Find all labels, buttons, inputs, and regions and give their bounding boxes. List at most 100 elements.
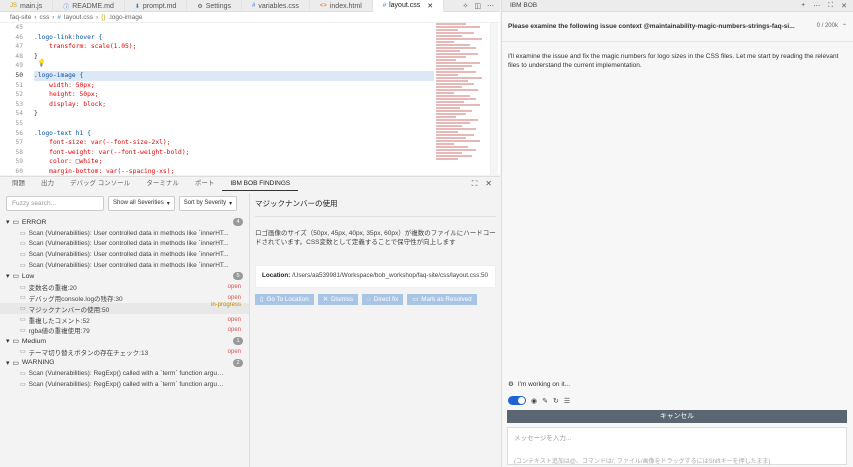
- close-icon[interactable]: ✕: [841, 2, 847, 10]
- cancel-button[interactable]: キャンセル: [507, 410, 847, 423]
- finding-title: マジックナンバーの使用: [255, 198, 496, 217]
- split-editor-icon[interactable]: ◫: [474, 2, 481, 10]
- minimap-line: [436, 107, 460, 109]
- selector-icon: {}: [101, 13, 106, 21]
- finding-item[interactable]: ▭ rgba値の重複使用:79 open: [0, 325, 249, 336]
- finding-item[interactable]: ▭ テーマ切り替えボタンの存在チェック:13 open: [0, 347, 249, 358]
- minimap-line: [436, 89, 478, 91]
- dismiss-button[interactable]: ✕ Dismiss: [317, 293, 359, 305]
- count-badge: 5: [233, 272, 243, 281]
- minimap-line: [436, 143, 454, 145]
- sort-select[interactable]: Sort by Severity ▾: [178, 195, 238, 211]
- tab-layout-css[interactable]: # layout.css ✕: [372, 0, 445, 12]
- eye-icon[interactable]: ◉: [531, 397, 537, 405]
- editor-scrollbar[interactable]: [490, 23, 498, 175]
- more-icon[interactable]: ⋯: [813, 2, 820, 10]
- severity-filter-select[interactable]: Show all Severities ▾: [108, 195, 175, 211]
- message-input[interactable]: メッセージを入力... (コンテキスト追加は@、コマンドは/; ファイル/画像を…: [507, 427, 847, 465]
- line-number: 54: [15, 110, 23, 118]
- minimap-line: [436, 68, 464, 70]
- tab-terminal[interactable]: ターミナル: [138, 177, 187, 191]
- maximize-icon[interactable]: ⛶: [472, 179, 478, 189]
- findings-tree: ▾ ▭ ERROR 4 ▭ Scan (Vulnerabilities): User…: [0, 217, 249, 390]
- maximize-icon[interactable]: ⛶: [828, 2, 833, 10]
- close-icon[interactable]: ✕: [427, 2, 433, 10]
- breadcrumb-item[interactable]: css: [40, 14, 50, 21]
- line-number: 57: [15, 139, 23, 147]
- breadcrumb-item[interactable]: .logo-image: [108, 14, 142, 21]
- tab-output[interactable]: 出力: [33, 177, 62, 191]
- minimap-line: [436, 125, 462, 127]
- finding-item[interactable]: ▭ マジックナンバーの使用:50 in-progress: [0, 302, 249, 315]
- breadcrumb-item[interactable]: faq-site: [10, 14, 31, 21]
- group-warning[interactable]: ▾ ▭ WARNING 2: [0, 357, 249, 368]
- tab-main-js[interactable]: JS main.js: [0, 0, 54, 12]
- tab-settings[interactable]: ⚙ Settings: [187, 0, 243, 12]
- auto-approve-toggle[interactable]: [508, 396, 526, 405]
- chevron-down-icon: ▾: [6, 359, 10, 367]
- breadcrumb-item[interactable]: layout.css: [64, 14, 93, 21]
- minimap-line: [436, 152, 462, 154]
- tab-problems[interactable]: 問題: [4, 177, 33, 191]
- line-number: 45: [15, 24, 23, 31]
- code-line: }: [34, 52, 38, 60]
- finding-item[interactable]: ▭ Scan (Vulnerabilities): User controlled…: [0, 239, 249, 250]
- line-number: 60: [15, 167, 23, 175]
- sparkle-icon[interactable]: ✧: [463, 2, 469, 10]
- finding-actions: ▯ Go To Location ✕ Dismiss ◌ Direct fix ▭ Ma…: [255, 293, 496, 305]
- plus-icon[interactable]: +: [801, 2, 805, 10]
- gear-icon: ⚙: [197, 3, 203, 10]
- finding-item[interactable]: ▭ Scan (Vulnerabilities): RegExp() called…: [0, 368, 249, 379]
- status-badge: in-progress: [210, 302, 241, 309]
- finding-item[interactable]: ▭ Scan (Vulnerabilities): RegExp() called…: [0, 379, 249, 390]
- finding-item[interactable]: ▭ Scan (Vulnerabilities): User controlled…: [0, 260, 249, 271]
- minimap-line: [436, 98, 476, 100]
- tab-ports[interactable]: ポート: [187, 177, 223, 191]
- input-hint: (コンテキスト追加は@、コマンドは/; ファイル/画像をドラッグするにはShif…: [514, 459, 771, 465]
- finding-item[interactable]: ▭ Scan (Vulnerabilities): User controlled…: [0, 228, 249, 239]
- fuzzy-search-input[interactable]: Fuzzy search...: [6, 195, 104, 211]
- direct-fix-button[interactable]: ◌ Direct fix: [362, 293, 404, 305]
- code-editor[interactable]: 45 46 47 48 49 50 51 52 53 54 55 56 57 5…: [0, 23, 500, 175]
- minimap-line: [436, 29, 458, 31]
- chevron-down-icon: ▾: [6, 273, 10, 281]
- group-low[interactable]: ▾ ▭ Low 5: [0, 271, 249, 282]
- bob-header: IBM BOB + ⋯ ⛶ ✕: [502, 0, 853, 12]
- status-badge: open: [227, 348, 241, 355]
- minimap-line: [436, 23, 466, 25]
- minimap-line: [436, 41, 454, 43]
- tab-bob-findings[interactable]: IBM BOB FINDINGS: [222, 177, 299, 191]
- close-icon[interactable]: ✕: [485, 179, 492, 189]
- line-number: 53: [15, 100, 23, 108]
- minimap-line: [436, 35, 462, 37]
- download-icon: ⬇: [134, 3, 140, 10]
- chevron-down-icon: ▾: [229, 200, 233, 207]
- finding-item[interactable]: ▭ 重複したコメント:52 open: [0, 314, 249, 325]
- tab-readme[interactable]: ⓘ README.md: [53, 0, 125, 12]
- more-icon[interactable]: ⋯: [487, 2, 494, 10]
- bottom-panel: 問題 出力 デバッグ コンソール ターミナル ポート IBM BOB FINDI…: [0, 176, 500, 467]
- breadcrumb: faq-site › css › # layout.css › {} .logo…: [0, 12, 500, 23]
- chevron-up-icon[interactable]: ⌃: [842, 23, 847, 30]
- line-number: 59: [15, 158, 23, 166]
- line-number: 52: [15, 91, 23, 99]
- tab-prompt[interactable]: ⬇ prompt.md: [125, 0, 188, 12]
- tab-debug-console[interactable]: デバッグ コンソール: [62, 177, 138, 191]
- editor-tabs: JS main.js ⓘ README.md ⬇ prompt.md ⚙ Setting…: [0, 0, 500, 12]
- finding-item[interactable]: ▭ 変数名の重複:20 open: [0, 282, 249, 293]
- chevron-down-icon: ▾: [6, 338, 10, 346]
- mark-resolved-button[interactable]: ▭ Mark as Resolved: [407, 293, 477, 305]
- tab-index-html[interactable]: <> index.html: [310, 0, 373, 12]
- finding-item[interactable]: ▭ Scan (Vulnerabilities): User controlled…: [0, 249, 249, 260]
- refresh-icon[interactable]: ↻: [553, 397, 559, 405]
- group-medium[interactable]: ▾ ▭ Medium 1: [0, 336, 249, 347]
- settings-sliders-icon[interactable]: ☰: [564, 397, 570, 405]
- group-error[interactable]: ▾ ▭ ERROR 4: [0, 217, 249, 228]
- pencil-icon[interactable]: ✎: [542, 397, 548, 405]
- tab-variables-css[interactable]: # variables.css: [242, 0, 310, 12]
- minimap[interactable]: [436, 23, 488, 175]
- go-to-location-button[interactable]: ▯ Go To Location: [255, 293, 314, 305]
- code-line: width: 50px;: [34, 81, 95, 89]
- bob-task-header[interactable]: Please examine the following issue conte…: [502, 12, 853, 42]
